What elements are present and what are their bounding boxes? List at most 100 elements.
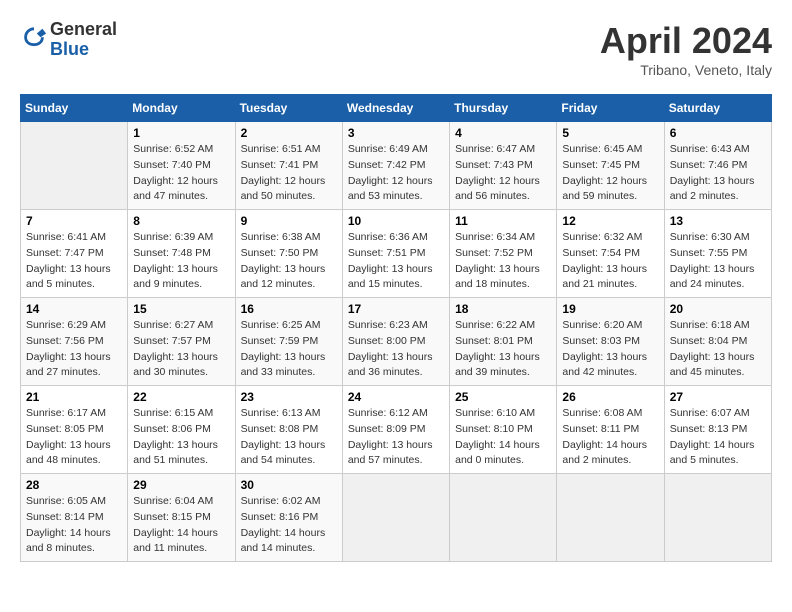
calendar-cell <box>450 474 557 562</box>
day-number: 24 <box>348 390 444 404</box>
day-number: 15 <box>133 302 229 316</box>
day-number: 23 <box>241 390 337 404</box>
calendar-cell: 9 Sunrise: 6:38 AMSunset: 7:50 PMDaylight… <box>235 210 342 298</box>
day-info: Sunrise: 6:52 AMSunset: 7:40 PMDaylight:… <box>133 142 229 205</box>
day-info: Sunrise: 6:41 AMSunset: 7:47 PMDaylight:… <box>26 230 122 293</box>
day-info: Sunrise: 6:47 AMSunset: 7:43 PMDaylight:… <box>455 142 551 205</box>
day-info: Sunrise: 6:38 AMSunset: 7:50 PMDaylight:… <box>241 230 337 293</box>
day-info: Sunrise: 6:27 AMSunset: 7:57 PMDaylight:… <box>133 318 229 381</box>
logo-text: General Blue <box>50 20 117 60</box>
calendar-cell: 11 Sunrise: 6:34 AMSunset: 7:52 PMDayligh… <box>450 210 557 298</box>
logo: General Blue <box>20 20 117 60</box>
day-info: Sunrise: 6:13 AMSunset: 8:08 PMDaylight:… <box>241 406 337 469</box>
col-monday: Monday <box>128 95 235 122</box>
day-info: Sunrise: 6:12 AMSunset: 8:09 PMDaylight:… <box>348 406 444 469</box>
calendar-cell: 30Sunrise: 6:02 AMSunset: 8:16 PMDayligh… <box>235 474 342 562</box>
calendar-cell: 5 Sunrise: 6:45 AMSunset: 7:45 PMDaylight… <box>557 122 664 210</box>
calendar-week-row: 28 Sunrise: 6:05 AMSunset: 8:14 PMDayligh… <box>21 474 772 562</box>
day-info: Sunrise: 6:29 AMSunset: 7:56 PMDaylight:… <box>26 318 122 381</box>
day-info: Sunrise: 6:05 AMSunset: 8:14 PMDaylight:… <box>26 494 122 557</box>
day-info: Sunrise: 6:43 AMSunset: 7:46 PMDaylight:… <box>670 142 766 205</box>
calendar-cell <box>342 474 449 562</box>
col-saturday: Saturday <box>664 95 771 122</box>
day-number: 29 <box>133 478 229 492</box>
calendar-cell: 12Sunrise: 6:32 AMSunset: 7:54 PMDayligh… <box>557 210 664 298</box>
calendar-cell: 29Sunrise: 6:04 AMSunset: 8:15 PMDayligh… <box>128 474 235 562</box>
day-number: 7 <box>26 214 122 228</box>
day-info: Sunrise: 6:32 AMSunset: 7:54 PMDaylight:… <box>562 230 658 293</box>
day-number: 26 <box>562 390 658 404</box>
day-info: Sunrise: 6:23 AMSunset: 8:00 PMDaylight:… <box>348 318 444 381</box>
calendar-week-row: 1 Sunrise: 6:52 AMSunset: 7:40 PMDaylight… <box>21 122 772 210</box>
col-thursday: Thursday <box>450 95 557 122</box>
day-number: 14 <box>26 302 122 316</box>
day-number: 20 <box>670 302 766 316</box>
day-number: 2 <box>241 126 337 140</box>
col-friday: Friday <box>557 95 664 122</box>
calendar-cell: 23 Sunrise: 6:13 AMSunset: 8:08 PMDayligh… <box>235 386 342 474</box>
logo-blue-text: Blue <box>50 40 117 60</box>
col-tuesday: Tuesday <box>235 95 342 122</box>
calendar-cell: 18 Sunrise: 6:22 AMSunset: 8:01 PMDayligh… <box>450 298 557 386</box>
day-info: Sunrise: 6:22 AMSunset: 8:01 PMDaylight:… <box>455 318 551 381</box>
day-info: Sunrise: 6:08 AMSunset: 8:11 PMDaylight:… <box>562 406 658 469</box>
header-row: Sunday Monday Tuesday Wednesday Thursday… <box>21 95 772 122</box>
day-number: 17 <box>348 302 444 316</box>
calendar-cell: 2 Sunrise: 6:51 AMSunset: 7:41 PMDaylight… <box>235 122 342 210</box>
day-info: Sunrise: 6:17 AMSunset: 8:05 PMDaylight:… <box>26 406 122 469</box>
calendar-cell: 1 Sunrise: 6:52 AMSunset: 7:40 PMDaylight… <box>128 122 235 210</box>
day-info: Sunrise: 6:30 AMSunset: 7:55 PMDaylight:… <box>670 230 766 293</box>
day-info: Sunrise: 6:36 AMSunset: 7:51 PMDaylight:… <box>348 230 444 293</box>
location-text: Tribano, Veneto, Italy <box>600 62 772 78</box>
day-info: Sunrise: 6:51 AMSunset: 7:41 PMDaylight:… <box>241 142 337 205</box>
calendar-cell <box>557 474 664 562</box>
calendar-cell: 6Sunrise: 6:43 AMSunset: 7:46 PMDaylight… <box>664 122 771 210</box>
calendar-cell: 28 Sunrise: 6:05 AMSunset: 8:14 PMDayligh… <box>21 474 128 562</box>
calendar-week-row: 14 Sunrise: 6:29 AMSunset: 7:56 PMDayligh… <box>21 298 772 386</box>
day-info: Sunrise: 6:15 AMSunset: 8:06 PMDaylight:… <box>133 406 229 469</box>
day-number: 3 <box>348 126 444 140</box>
calendar-cell: 24 Sunrise: 6:12 AMSunset: 8:09 PMDayligh… <box>342 386 449 474</box>
day-info: Sunrise: 6:18 AMSunset: 8:04 PMDaylight:… <box>670 318 766 381</box>
day-info: Sunrise: 6:34 AMSunset: 7:52 PMDaylight:… <box>455 230 551 293</box>
calendar-cell: 20 Sunrise: 6:18 AMSunset: 8:04 PMDayligh… <box>664 298 771 386</box>
calendar-cell <box>664 474 771 562</box>
day-number: 19 <box>562 302 658 316</box>
day-number: 5 <box>562 126 658 140</box>
title-block: April 2024 Tribano, Veneto, Italy <box>600 20 772 78</box>
calendar-cell: 25 Sunrise: 6:10 AMSunset: 8:10 PMDayligh… <box>450 386 557 474</box>
day-number: 28 <box>26 478 122 492</box>
calendar-header: Sunday Monday Tuesday Wednesday Thursday… <box>21 95 772 122</box>
calendar-cell: 8 Sunrise: 6:39 AMSunset: 7:48 PMDaylight… <box>128 210 235 298</box>
day-info: Sunrise: 6:10 AMSunset: 8:10 PMDaylight:… <box>455 406 551 469</box>
calendar-cell: 13 Sunrise: 6:30 AMSunset: 7:55 PMDayligh… <box>664 210 771 298</box>
calendar-cell <box>21 122 128 210</box>
calendar-cell: 10Sunrise: 6:36 AMSunset: 7:51 PMDayligh… <box>342 210 449 298</box>
day-number: 1 <box>133 126 229 140</box>
calendar-body: 1 Sunrise: 6:52 AMSunset: 7:40 PMDaylight… <box>21 122 772 562</box>
day-info: Sunrise: 6:45 AMSunset: 7:45 PMDaylight:… <box>562 142 658 205</box>
day-number: 11 <box>455 214 551 228</box>
calendar-cell: 22Sunrise: 6:15 AMSunset: 8:06 PMDayligh… <box>128 386 235 474</box>
col-wednesday: Wednesday <box>342 95 449 122</box>
calendar-week-row: 21Sunrise: 6:17 AMSunset: 8:05 PMDayligh… <box>21 386 772 474</box>
calendar-cell: 26 Sunrise: 6:08 AMSunset: 8:11 PMDayligh… <box>557 386 664 474</box>
day-info: Sunrise: 6:07 AMSunset: 8:13 PMDaylight:… <box>670 406 766 469</box>
calendar-table: Sunday Monday Tuesday Wednesday Thursday… <box>20 94 772 562</box>
day-info: Sunrise: 6:39 AMSunset: 7:48 PMDaylight:… <box>133 230 229 293</box>
month-title: April 2024 <box>600 20 772 62</box>
day-number: 25 <box>455 390 551 404</box>
logo-icon <box>20 26 48 54</box>
day-number: 13 <box>670 214 766 228</box>
day-info: Sunrise: 6:20 AMSunset: 8:03 PMDaylight:… <box>562 318 658 381</box>
day-number: 18 <box>455 302 551 316</box>
day-number: 9 <box>241 214 337 228</box>
day-number: 4 <box>455 126 551 140</box>
calendar-cell: 3Sunrise: 6:49 AMSunset: 7:42 PMDaylight… <box>342 122 449 210</box>
calendar-week-row: 7 Sunrise: 6:41 AMSunset: 7:47 PMDaylight… <box>21 210 772 298</box>
calendar-cell: 19 Sunrise: 6:20 AMSunset: 8:03 PMDayligh… <box>557 298 664 386</box>
calendar-cell: 21Sunrise: 6:17 AMSunset: 8:05 PMDayligh… <box>21 386 128 474</box>
day-number: 8 <box>133 214 229 228</box>
day-number: 16 <box>241 302 337 316</box>
day-info: Sunrise: 6:25 AMSunset: 7:59 PMDaylight:… <box>241 318 337 381</box>
